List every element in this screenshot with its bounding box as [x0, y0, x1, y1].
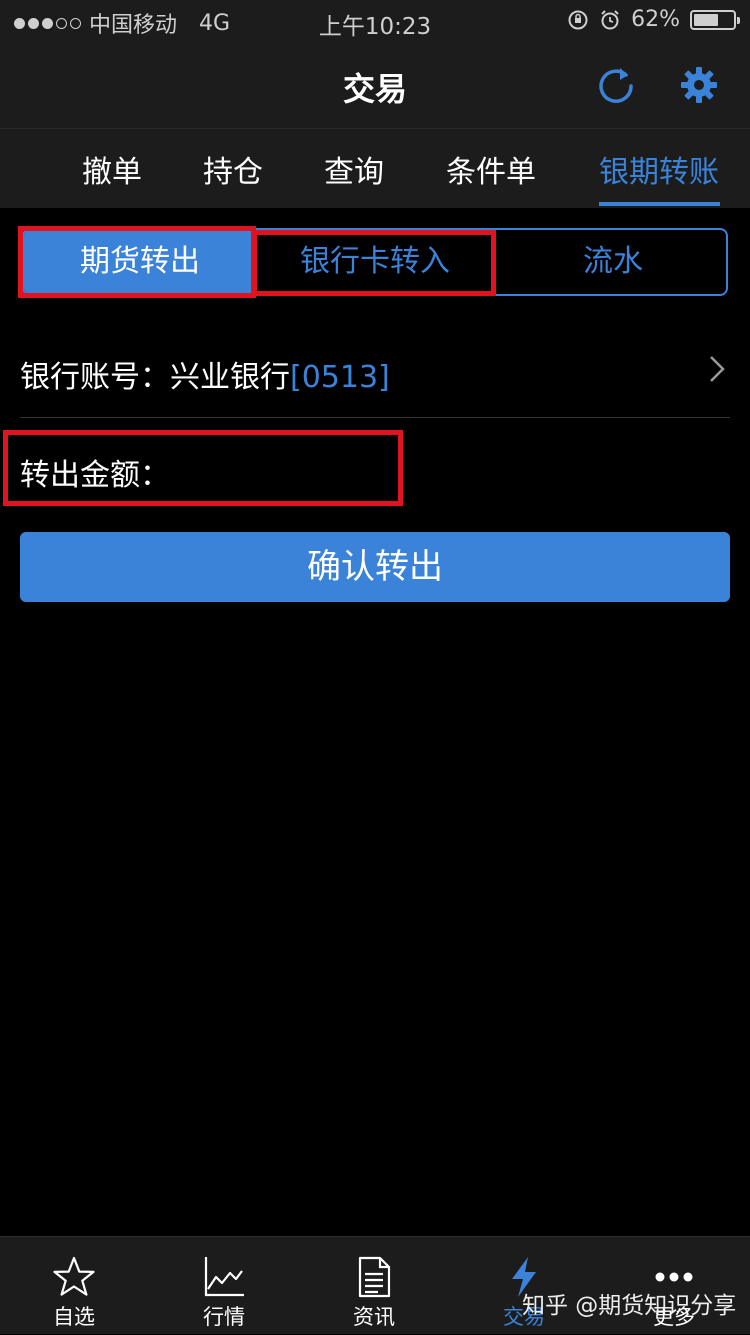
chevron-right-icon: [710, 356, 725, 382]
bank-account-label: 银行账号：兴业银行[0513]: [20, 352, 390, 396]
tab-bank-futures-transfer[interactable]: 银期转账: [599, 147, 719, 191]
transfer-amount-row: 转出金额：: [20, 440, 730, 500]
tab-query[interactable]: 查询: [324, 147, 384, 191]
bottom-tab-label: 自选: [53, 1305, 95, 1329]
transfer-segmented-control: 期货转出 银行卡转入 流水: [22, 228, 728, 296]
bottom-tab-market[interactable]: 行情: [164, 1237, 284, 1335]
tab-positions[interactable]: 持仓: [203, 147, 263, 191]
bank-account-row[interactable]: 银行账号：兴业银行[0513]: [20, 322, 730, 418]
document-icon: [358, 1256, 391, 1298]
bottom-tab-label: 更多: [653, 1305, 695, 1329]
refresh-icon[interactable]: [596, 64, 638, 106]
battery-icon: [690, 9, 740, 30]
lightning-icon: [512, 1257, 536, 1297]
battery-percent: 62%: [631, 7, 680, 32]
bottom-tab-label: 交易: [503, 1305, 545, 1329]
transfer-amount-label: 转出金额：: [20, 458, 170, 493]
segment-futures-out[interactable]: 期货转出: [24, 230, 256, 294]
tab-cancel-order[interactable]: 撤单: [82, 147, 142, 191]
bottom-tab-watchlist[interactable]: 自选: [14, 1237, 134, 1335]
star-icon: [53, 1256, 95, 1296]
alarm-icon: [601, 9, 619, 29]
bottom-tab-more[interactable]: 更多: [614, 1237, 734, 1335]
confirm-transfer-out-button[interactable]: 确认转出: [20, 532, 730, 602]
tab-conditional-order[interactable]: 条件单: [446, 147, 536, 191]
status-bar: 中国移动 4G 上午10:23 62%: [0, 0, 750, 42]
bottom-tab-trade[interactable]: 交易: [464, 1237, 584, 1335]
bank-account-text: 银行账号：兴业银行: [20, 360, 290, 395]
segment-bank-in[interactable]: 银行卡转入: [256, 230, 496, 294]
segment-history[interactable]: 流水: [496, 230, 726, 294]
trade-tabs: 撤单 持仓 查询 条件单 银期转账: [0, 128, 750, 208]
line-chart-icon: [204, 1257, 244, 1297]
bottom-tab-bar: 自选 行情 资讯 交易 更多: [0, 1236, 750, 1334]
more-dots-icon: [655, 1272, 693, 1282]
bank-account-number: [0513]: [290, 360, 390, 395]
bottom-tab-label: 行情: [203, 1305, 245, 1329]
bottom-tab-label: 资讯: [353, 1305, 395, 1329]
gear-icon[interactable]: [678, 64, 720, 106]
transfer-amount-input[interactable]: [170, 446, 714, 496]
rotation-lock-icon: [568, 10, 588, 29]
bottom-tab-news[interactable]: 资讯: [314, 1237, 434, 1335]
battery-fill: [694, 13, 718, 26]
status-right: 62%: [567, 7, 740, 32]
nav-bar: 交易: [0, 42, 750, 128]
tab-active-indicator: [599, 202, 720, 206]
